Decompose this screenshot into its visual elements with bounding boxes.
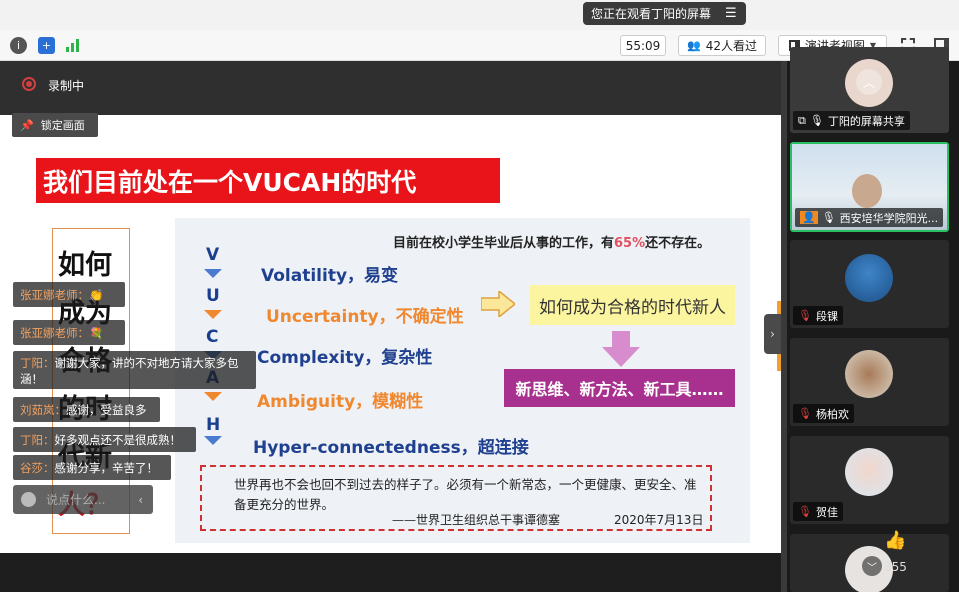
vucah-letter: V: [206, 245, 220, 265]
chat-message: 丁阳： 好多观点还不是很成熟！: [13, 427, 196, 452]
participant-tile[interactable]: 🎙 贺佳: [790, 436, 949, 524]
participant-tile-active[interactable]: 👤 🎙 西安培华学院阳光...: [790, 142, 949, 232]
viewers-button[interactable]: 👥 42人看过: [678, 35, 766, 56]
viewing-banner[interactable]: 您正在观看丁阳的屏幕 ☰: [583, 2, 746, 25]
vucah-term: Ambiguity，模糊性: [257, 392, 424, 412]
avatar: [845, 254, 893, 302]
emoji-icon[interactable]: [21, 492, 36, 507]
viewers-count: 42人看过: [705, 39, 757, 53]
participant-name-tag: 👤 🎙 西安培华学院阳光...: [795, 208, 944, 227]
vucah-term: Hyper-connectedness，超连接: [253, 438, 529, 458]
participant-name-tag: 🎙 贺佳: [793, 502, 843, 521]
avatar: [845, 448, 893, 496]
list-icon[interactable]: ☰: [725, 6, 737, 21]
chat-message: 刘茹岚： 感谢，受益良多: [13, 397, 160, 422]
new-era-box: 如何成为合格的时代新人: [530, 285, 735, 325]
stat-line: 目前在校小学生毕业后从事的工作，有65%还不存在。: [393, 232, 710, 251]
vucah-panel: 目前在校小学生毕业后从事的工作，有65%还不存在。 V U C A H Vola…: [175, 218, 750, 543]
quote-signature: ——世界卫生组织总干事谭德塞: [392, 513, 561, 527]
microphone-icon: 🎙: [809, 114, 824, 127]
avatar: [845, 350, 893, 398]
participant-name-tag: ⧉ 🎙 丁阳的屏幕共享: [793, 111, 910, 130]
meeting-timer: 55:09: [620, 35, 666, 56]
screen-share-icon: ⧉: [798, 113, 806, 127]
lock-screen-label: 锁定画面: [40, 119, 85, 132]
vucah-letter: H: [206, 415, 221, 435]
quote-text: 世界再也不会也回不到过去的样子了。必须有一个新常态，一个更健康、更安全、准备更充…: [234, 477, 697, 512]
quote-date: 2020年7月13日: [614, 513, 704, 527]
pin-icon: 📌: [20, 118, 34, 132]
arrow-right-icon: [481, 291, 515, 317]
participant-name-tag: 🎙 段锞: [793, 306, 843, 325]
user-icon: 👤: [800, 211, 818, 224]
thumbs-up-icon[interactable]: 👍: [884, 530, 906, 551]
panel-collapse-handle[interactable]: ›: [764, 314, 781, 354]
triangle-down-icon: [204, 269, 222, 278]
avatar: [852, 174, 882, 208]
chevron-left-icon[interactable]: ‹: [138, 493, 143, 507]
chat-input[interactable]: 说点什么... ‹: [13, 485, 153, 514]
chevron-up-icon[interactable]: ︿: [856, 69, 882, 95]
like-count: 355: [884, 560, 907, 574]
viewing-banner-text: 您正在观看丁阳的屏幕: [591, 7, 712, 21]
chat-message: 张亚娜老师： 👏: [13, 282, 125, 307]
chat-input-placeholder: 说点什么...: [46, 493, 106, 507]
vucah-letter: U: [206, 286, 220, 306]
arrow-down-icon: [602, 331, 640, 367]
participant-tile[interactable]: 🎙 段锞: [790, 240, 949, 328]
triangle-down-icon: [204, 392, 222, 401]
triangle-down-icon: [204, 310, 222, 319]
signal-icon[interactable]: [66, 38, 79, 52]
lock-screen-button[interactable]: 📌 锁定画面: [12, 113, 98, 137]
vertical-word: 如何: [58, 250, 112, 281]
shared-screen-stage: 录制中 我们目前处在一个VUCAH的时代 如何 成为 合格 的时 代新 人？ 目…: [0, 61, 781, 592]
info-icon[interactable]: i: [10, 37, 27, 54]
quote-box: 世界再也不会也回不到过去的样子了。必须有一个新常态，一个更健康、更安全、准备更充…: [200, 465, 712, 531]
slide-title: 我们目前处在一个VUCAH的时代: [36, 158, 500, 203]
chevron-right-icon: ›: [770, 327, 775, 341]
chevron-down-icon[interactable]: ﹀: [862, 556, 882, 576]
microphone-muted-icon: 🎙: [798, 407, 812, 420]
chat-message: 张亚娜老师： 💐: [13, 320, 125, 345]
vucah-term: Uncertainty，不确定性: [266, 307, 464, 327]
participant-tile[interactable]: 🎙 杨柏欢: [790, 338, 949, 426]
participant-name-tag: 🎙 杨柏欢: [793, 404, 854, 423]
stat-suffix: 还不存在。: [645, 236, 711, 251]
stat-prefix: 目前在校小学生毕业后从事的工作，有: [393, 236, 615, 251]
chat-message: 丁阳：谢谢大家，讲的不对地方请大家多包涵！: [13, 351, 256, 389]
shield-icon[interactable]: +: [38, 37, 55, 54]
new-methods-box: 新思维、新方法、新工具……: [504, 369, 735, 407]
vucah-term: Volatility，易变: [261, 266, 399, 286]
people-icon: 👥: [687, 39, 701, 52]
title-bar: 您正在观看丁阳的屏幕 ☰: [0, 0, 959, 30]
stat-percent: 65%: [614, 236, 646, 251]
recording-bar: 录制中: [0, 61, 781, 121]
microphone-icon: 🎙: [821, 211, 836, 224]
participant-tile[interactable]: ︿ ⧉ 🎙 丁阳的屏幕共享: [790, 47, 949, 133]
recording-label: 录制中: [48, 79, 85, 93]
record-icon: [22, 77, 36, 91]
triangle-down-icon: [204, 436, 222, 445]
microphone-muted-icon: 🎙: [798, 309, 812, 322]
microphone-muted-icon: 🎙: [798, 505, 812, 518]
chat-message: 谷莎： 感谢分享，辛苦了！: [13, 455, 171, 480]
vucah-letter: C: [206, 327, 219, 347]
vucah-term: Complexity，复杂性: [257, 348, 433, 368]
